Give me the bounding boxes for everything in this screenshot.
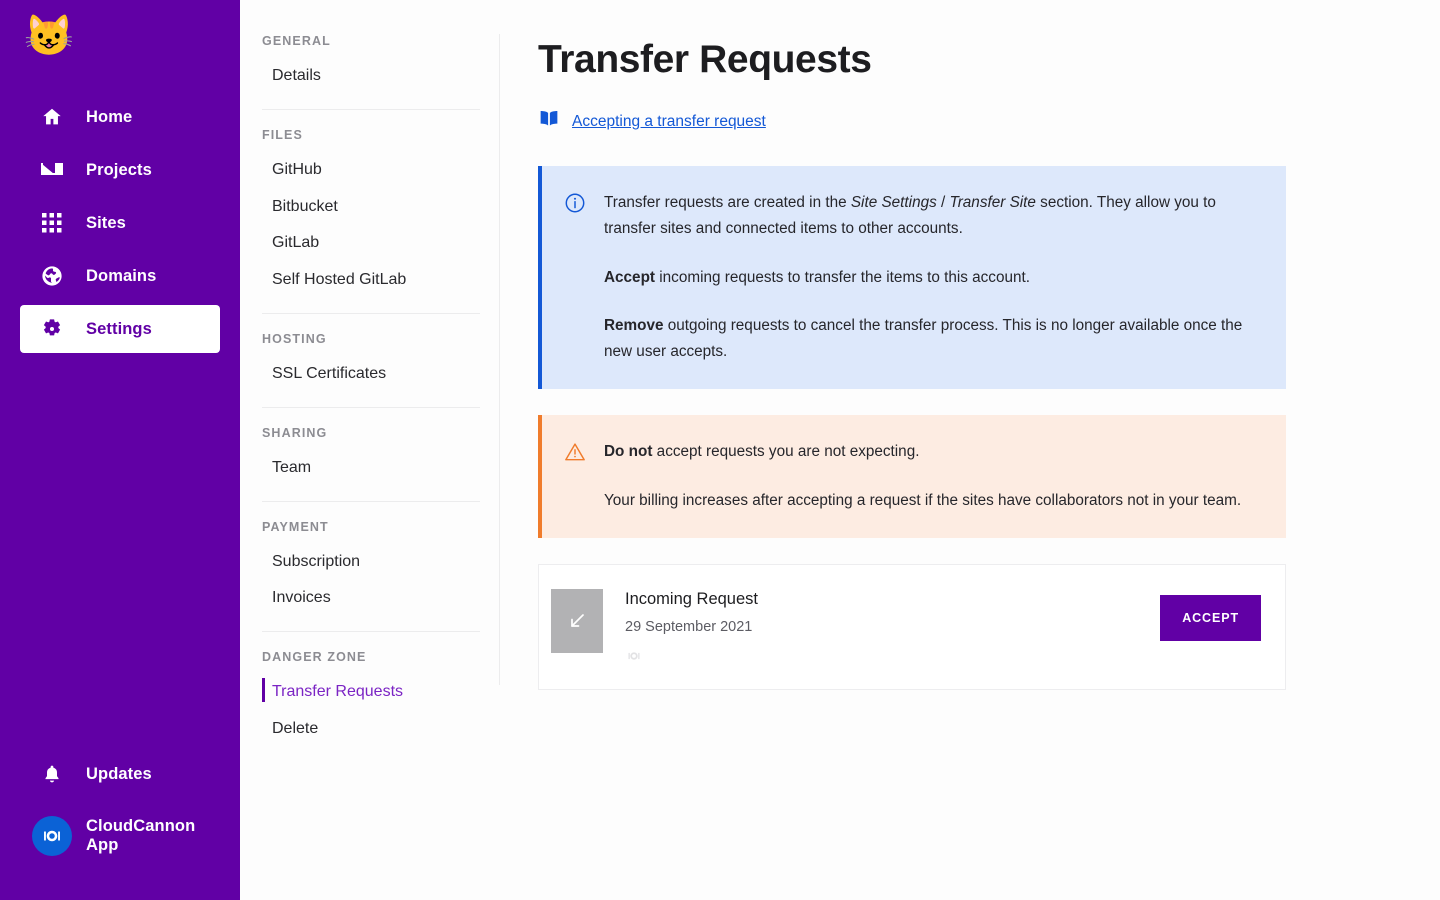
warning-paragraph-2: Your billing increases after accepting a… (604, 491, 1242, 509)
subnav-group-title: PAYMENT (262, 519, 329, 534)
sidebar-item-label: Home (86, 107, 133, 126)
info-paragraph-2: Accept incoming requests to transfer the… (604, 268, 1030, 286)
cloudcannon-mark-icon (625, 647, 643, 665)
subnav-group-title: HOSTING (262, 331, 327, 346)
warning-paragraph-1: Do not accept requests you are not expec… (604, 443, 920, 461)
subnav-item-ssl-certificates[interactable]: SSL Certificates (262, 356, 480, 393)
subnav-item-subscription[interactable]: Subscription (262, 544, 480, 581)
arrow-down-left-icon (551, 589, 603, 654)
page-title: Transfer Requests (538, 38, 872, 81)
subnav-group-files: FILES GitHub Bitbucket GitLab Self Hoste… (262, 108, 480, 313)
settings-subnav: GENERAL Details FILES GitHub Bitbucket G… (240, 0, 500, 900)
subnav-item-bitbucket[interactable]: Bitbucket (262, 189, 480, 226)
app-root: 😺 Home Projects Sites Domains Settings U… (0, 0, 1440, 900)
subnav-item-transfer-requests[interactable]: Transfer Requests (262, 674, 480, 711)
transfer-request-card: Incoming Request 29 September 2021 ACCEP… (538, 564, 1286, 690)
home-icon (40, 105, 64, 129)
transfer-request-date: 29 September 2021 (625, 618, 753, 635)
info-paragraph-1: Transfer requests are created in the Sit… (604, 194, 1216, 238)
subnav-item-self-hosted-gitlab[interactable]: Self Hosted GitLab (262, 262, 480, 299)
brand-logo-icon[interactable]: 😺 (24, 12, 74, 60)
subnav-group-payment: PAYMENT Subscription Invoices (262, 500, 480, 632)
accept-button[interactable]: ACCEPT (1160, 595, 1261, 642)
settings-subnav-inner: GENERAL Details FILES GitHub Bitbucket G… (262, 34, 500, 762)
globe-icon (40, 264, 64, 288)
cloudcannon-logo-icon (32, 816, 72, 856)
warning-callout: Do not accept requests you are not expec… (538, 415, 1286, 539)
info-callout: Transfer requests are created in the Sit… (538, 166, 1286, 390)
sidebar-item-updates[interactable]: Updates (20, 750, 220, 798)
sidebar-item-label: Sites (86, 213, 126, 232)
sidebar-bottom-nav: Updates CloudCannon App (0, 745, 240, 900)
subnav-group-title: SHARING (262, 425, 328, 440)
warning-callout-body: Do not accept requests you are not expec… (604, 439, 1241, 514)
subnav-group-title: DANGER ZONE (262, 650, 367, 665)
sidebar-item-projects[interactable]: Projects (20, 146, 220, 194)
book-icon (538, 109, 560, 134)
sidebar-item-label: Projects (86, 160, 152, 179)
documentation-link[interactable]: Accepting a transfer request (572, 113, 766, 131)
documentation-link-row[interactable]: Accepting a transfer request (538, 109, 1440, 134)
sidebar-item-label: Settings (86, 319, 152, 338)
subnav-group-danger-zone: DANGER ZONE Transfer Requests Delete (262, 631, 480, 762)
subnav-item-github[interactable]: GitHub (262, 152, 480, 189)
info-paragraph-3: Remove outgoing requests to cancel the t… (604, 316, 1243, 361)
info-callout-body: Transfer requests are created in the Sit… (604, 190, 1260, 365)
warning-triangle-icon (564, 439, 588, 514)
sidebar-item-cloudcannon-app[interactable]: CloudCannon App (20, 812, 220, 860)
sidebar-item-home[interactable]: Home (20, 93, 220, 141)
subnav-item-details[interactable]: Details (262, 58, 480, 95)
subnav-group-hosting: HOSTING SSL Certificates (262, 312, 480, 407)
sidebar-item-domains[interactable]: Domains (20, 252, 220, 300)
subnav-item-invoices[interactable]: Invoices (262, 580, 480, 617)
gear-icon (40, 317, 64, 341)
subnav-item-team[interactable]: Team (262, 450, 480, 487)
sidebar-item-sites[interactable]: Sites (20, 199, 220, 247)
subnav-group-general: GENERAL Details (262, 34, 480, 109)
bell-icon (40, 762, 64, 786)
transfer-request-details: Incoming Request 29 September 2021 (625, 589, 1160, 664)
subnav-group-sharing: SHARING Team (262, 406, 480, 501)
main-content: Transfer Requests Accepting a transfer r… (498, 0, 1440, 900)
sidebar-item-label: Domains (86, 266, 157, 285)
projects-icon (40, 158, 64, 182)
sites-grid-icon (40, 211, 64, 235)
subnav-item-delete[interactable]: Delete (262, 711, 480, 748)
primary-sidebar: 😺 Home Projects Sites Domains Settings U… (0, 0, 240, 900)
sidebar-item-settings[interactable]: Settings (20, 305, 220, 353)
transfer-request-title: Incoming Request (625, 590, 758, 609)
subnav-item-gitlab[interactable]: GitLab (262, 225, 480, 262)
subnav-group-title: GENERAL (262, 34, 331, 48)
sidebar-item-label: Updates (86, 764, 152, 783)
subnav-group-title: FILES (262, 127, 303, 142)
info-circle-icon (564, 190, 588, 365)
primary-nav: Home Projects Sites Domains Settings (0, 88, 240, 358)
sidebar-item-label: CloudCannon App (86, 817, 196, 854)
